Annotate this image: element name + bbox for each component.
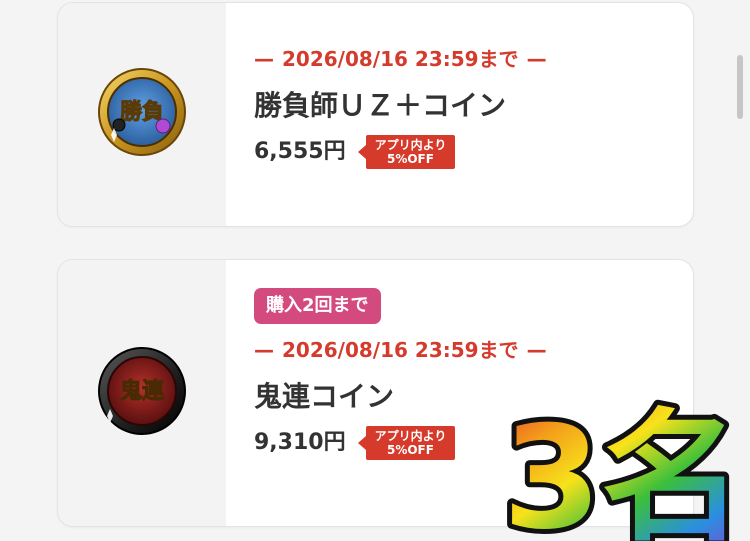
sale-deadline: — 2026/08/16 23:59まで — <box>254 45 683 73</box>
discount-value: 5%OFF <box>386 443 434 457</box>
coin-emblem-text: 鬼連 <box>120 378 165 404</box>
product-price: 6,555円 <box>254 139 346 164</box>
deadline-dash-right: — <box>526 338 547 362</box>
scrollbar-thumb[interactable] <box>737 55 743 119</box>
discount-label: アプリ内より <box>374 138 447 152</box>
uz-coin-icon: 勝負 <box>98 68 186 156</box>
sale-deadline: — 2026/08/16 23:59まで — <box>254 336 683 364</box>
deadline-dash-right: — <box>526 47 547 71</box>
discount-badge: アプリ内より 5%OFF <box>357 135 456 169</box>
product-icon-panel: 鬼連 <box>58 260 226 526</box>
rank-overlay-graphic: 3名 <box>498 395 749 541</box>
price-row: 6,555円 アプリ内より 5%OFF <box>254 135 683 169</box>
product-card-uz-coin[interactable]: 勝負 — 2026/08/16 23:59まで — 勝負師ＵＺ＋コイン 6,555円… <box>57 2 694 227</box>
rank-overlay-text: 3名 <box>503 396 744 541</box>
deadline-text: 2026/08/16 23:59まで <box>282 338 519 362</box>
deadline-dash-left: — <box>254 47 274 71</box>
product-price: 9,310円 <box>254 430 346 455</box>
discount-value: 5%OFF <box>386 152 434 166</box>
purchase-limit-badge: 購入2回まで <box>254 288 381 324</box>
deadline-text: 2026/08/16 23:59まで <box>282 47 519 71</box>
deadline-dash-left: — <box>254 338 274 362</box>
kiren-coin-icon: 鬼連 <box>98 347 186 435</box>
discount-label: アプリ内より <box>374 429 447 443</box>
product-icon-panel: 勝負 <box>58 3 226 226</box>
product-info: — 2026/08/16 23:59まで — 勝負師ＵＺ＋コイン 6,555円 アプ… <box>254 45 683 169</box>
product-name: 勝負師ＵＺ＋コイン <box>254 89 507 122</box>
discount-badge: アプリ内より 5%OFF <box>357 426 456 460</box>
